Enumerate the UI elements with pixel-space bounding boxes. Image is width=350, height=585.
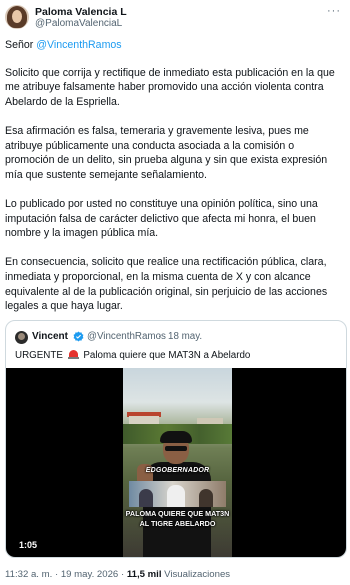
verified-badge-icon: [73, 331, 84, 342]
more-options-icon[interactable]: ···: [327, 6, 341, 17]
tweet-author-row: Paloma Valencia L @PalomaValenciaL ···: [5, 5, 345, 31]
quoted-author-name[interactable]: Vincent: [32, 331, 68, 342]
separator-dot: ·: [54, 569, 59, 580]
tweet-paragraph: En consecuencia, solicito que realice un…: [5, 256, 328, 313]
tweet-salutation: Señor: [5, 39, 34, 51]
views-label: Visualizaciones: [164, 569, 231, 580]
video-caption-line: AL TIGRE ABELARDO: [139, 518, 216, 528]
quoted-text-prefix: URGENTE: [15, 350, 63, 361]
mention-link[interactable]: @VincenthRamos: [36, 39, 121, 51]
video-caption-bottom: PALOMA QUIERE QUE MAT3N AL TIGRE ABELARD…: [125, 509, 230, 528]
video-player[interactable]: EDGOBERNADOR PALOMA QUIERE QUE MAT3N AL …: [6, 368, 346, 557]
quoted-tweet-card[interactable]: Vincent @VincenthRamos · 18 may. URGENTE…: [5, 320, 347, 558]
quoted-author-handle[interactable]: @VincenthRamos: [87, 331, 166, 342]
tweet-paragraph: Lo publicado por usted no constituye una…: [5, 197, 318, 240]
tweet-paragraph: Solicito que corrija y rectifique de inm…: [5, 66, 335, 108]
tweet-salutation-line: Señor @VincenthRamos: [5, 38, 345, 53]
video-thumbnail: EDGOBERNADOR PALOMA QUIERE QUE MAT3N AL …: [123, 368, 232, 557]
quoted-text-main: Paloma quiere que MAT3N a Abelardo: [83, 350, 251, 361]
tweet-body: Señor @VincenthRamos Solicito que corrij…: [5, 38, 345, 328]
tweet-meta-row: 11:32 a. m. · 19 may. 2026 · 11,5 mil Vi…: [5, 569, 230, 580]
author-handle[interactable]: @PalomaValenciaL: [35, 18, 122, 29]
police-light-icon: [67, 349, 79, 359]
tweet-date[interactable]: 19 may. 2026: [61, 569, 118, 580]
separator-dot: ·: [120, 569, 125, 580]
video-duration: 1:05: [19, 540, 38, 550]
quoted-tweet-text: URGENTE Paloma quiere que MAT3N a Abelar…: [15, 349, 250, 361]
tweet-paragraph: Esa afirmación es falsa, temeraria y gra…: [5, 124, 328, 181]
video-caption-line: PALOMA QUIERE QUE MAT3N: [125, 509, 230, 518]
quoted-tweet-date[interactable]: 18 may.: [168, 331, 202, 342]
separator-dot: ·: [158, 331, 162, 342]
quoted-author-avatar[interactable]: [15, 331, 28, 344]
author-name[interactable]: Paloma Valencia L: [35, 6, 127, 18]
views-count: 11,5 mil: [126, 569, 162, 580]
tweet-time[interactable]: 11:32 a. m.: [5, 569, 52, 580]
author-avatar[interactable]: [5, 5, 29, 29]
video-caption-top: EDGOBERNADOR: [145, 467, 210, 474]
